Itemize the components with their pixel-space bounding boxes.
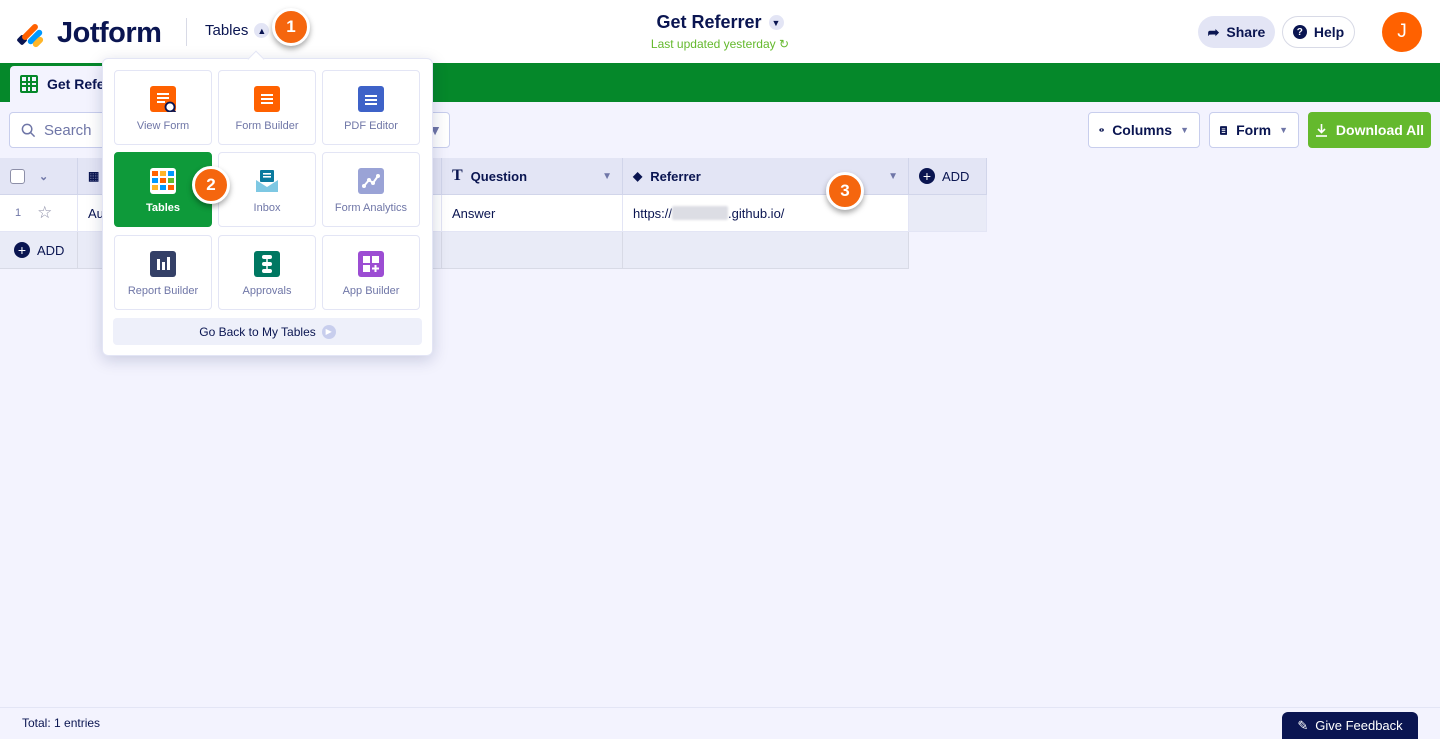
- feedback-label: Give Feedback: [1315, 718, 1403, 733]
- top-bar: Jotform Tables ▲ Get Referrer ▼ Last upd…: [0, 0, 1440, 63]
- search-icon: [21, 123, 36, 137]
- help-button[interactable]: ? Help: [1282, 16, 1355, 48]
- plus-circle-icon: +: [14, 242, 30, 258]
- tile-label: Form Analytics: [334, 202, 408, 214]
- chevron-down-icon: ▼: [1279, 125, 1288, 135]
- menu-tile-form-analytics[interactable]: Form Analytics: [322, 152, 420, 227]
- app-builder-icon: [358, 251, 384, 277]
- search-input[interactable]: Search: [9, 112, 109, 148]
- menu-tile-report-builder[interactable]: Report Builder: [114, 235, 212, 310]
- chevron-down-icon[interactable]: ▼: [602, 171, 612, 182]
- tile-label: Approvals: [242, 285, 292, 297]
- form-title[interactable]: Get Referrer ▼: [656, 12, 784, 33]
- step-callout-2: 2: [192, 166, 230, 204]
- help-icon: ?: [1292, 25, 1307, 39]
- menu-tile-app-builder[interactable]: App Builder: [322, 235, 420, 310]
- share-label: Share: [1226, 24, 1266, 40]
- last-updated-text: Last updated yesterday: [650, 37, 776, 51]
- row-index: 1: [15, 207, 22, 219]
- report-builder-icon: [150, 251, 176, 277]
- select-all-header: ⌄: [0, 158, 78, 195]
- menu-tile-view-form[interactable]: View Form: [114, 70, 212, 145]
- cell-value: Answer: [452, 205, 496, 221]
- add-row-label: ADD: [37, 242, 65, 258]
- search-placeholder: Search: [44, 121, 92, 139]
- text-type-icon: T: [452, 167, 463, 184]
- form-label: Form: [1236, 122, 1272, 138]
- cell-referrer[interactable]: https:// .github.io/: [623, 195, 909, 232]
- add-row-button[interactable]: + ADD: [0, 232, 78, 269]
- form-title-text: Get Referrer: [656, 12, 762, 32]
- pdf-editor-icon: [358, 86, 384, 112]
- column-label: Question: [470, 168, 528, 184]
- column-label: Referrer: [650, 168, 701, 184]
- column-header-referrer[interactable]: ◆ Referrer ▼: [623, 158, 909, 195]
- eye-icon: [1099, 128, 1104, 132]
- give-feedback-button[interactable]: ✎ Give Feedback: [1282, 712, 1418, 739]
- add-row-cell: [442, 232, 623, 269]
- chevron-down-icon: ▼: [1180, 125, 1189, 135]
- tile-label: App Builder: [342, 285, 400, 297]
- menu-tile-pdf-editor[interactable]: PDF Editor: [322, 70, 420, 145]
- tile-label: Report Builder: [127, 285, 199, 297]
- inbox-icon: [254, 168, 280, 194]
- add-row-cell: [623, 232, 909, 269]
- form-doc-icon: [1220, 125, 1228, 135]
- menu-tile-inbox[interactable]: Inbox: [218, 152, 316, 227]
- plus-circle-icon: +: [919, 168, 935, 184]
- share-arrow-icon: ➦: [1207, 23, 1220, 40]
- columns-button[interactable]: Columns ▼: [1088, 112, 1200, 148]
- step-callout-1: 1: [272, 8, 310, 46]
- calendar-icon: ▦: [88, 169, 100, 183]
- table-row[interactable]: 1 ☆: [0, 195, 78, 232]
- go-back-label: Go Back to My Tables: [199, 324, 316, 339]
- chevron-right-icon: ▶: [321, 324, 336, 339]
- redacted-text: [672, 206, 729, 220]
- step-callout-3: 3: [826, 172, 864, 210]
- go-back-to-my-tables-link[interactable]: Go Back to My Tables ▶: [113, 318, 422, 345]
- avatar[interactable]: J: [1382, 12, 1422, 52]
- chevron-down-icon[interactable]: ▼: [888, 171, 898, 182]
- share-button[interactable]: ➦ Share: [1198, 16, 1275, 48]
- menu-tile-form-builder[interactable]: Form Builder: [218, 70, 316, 145]
- columns-label: Columns: [1112, 122, 1173, 138]
- analytics-icon: [358, 168, 384, 194]
- referrer-prefix: https://: [633, 205, 673, 221]
- tile-label: View Form: [136, 120, 190, 132]
- chevron-down-icon: ▼: [768, 15, 784, 30]
- chevron-down-icon[interactable]: ⌄: [39, 170, 48, 183]
- tile-label: PDF Editor: [344, 120, 398, 132]
- column-header-question[interactable]: T Question ▼: [442, 158, 623, 195]
- referrer-suffix: .github.io/: [728, 205, 785, 221]
- tables-grid-icon: [150, 168, 176, 194]
- download-label: Download All: [1335, 122, 1425, 138]
- feedback-icon: ✎: [1297, 717, 1309, 733]
- select-all-checkbox[interactable]: [10, 168, 25, 184]
- referrer-type-icon: ◆: [633, 169, 643, 183]
- approvals-icon: [254, 251, 280, 277]
- star-icon[interactable]: ☆: [37, 203, 52, 223]
- total-entries: Total: 1 entries: [22, 716, 101, 730]
- tile-label: Inbox: [253, 202, 281, 214]
- form-builder-icon: [254, 86, 280, 112]
- table-grid-icon: [20, 75, 38, 93]
- tile-label: Form Builder: [235, 120, 299, 132]
- form-button[interactable]: Form ▼: [1209, 112, 1299, 148]
- footer-bar: [0, 707, 1440, 739]
- menu-tile-approvals[interactable]: Approvals: [218, 235, 316, 310]
- add-column-button[interactable]: + ADD: [909, 158, 987, 195]
- download-icon: [1315, 124, 1327, 137]
- download-all-button[interactable]: Download All: [1308, 112, 1431, 148]
- cell-empty: [909, 195, 987, 232]
- help-label: Help: [1313, 24, 1345, 40]
- refresh-icon[interactable]: ↻: [779, 37, 789, 51]
- add-column-label: ADD: [942, 168, 970, 184]
- cell-question[interactable]: Answer: [442, 195, 623, 232]
- tile-label: Tables: [145, 202, 181, 214]
- view-form-icon: [150, 86, 176, 112]
